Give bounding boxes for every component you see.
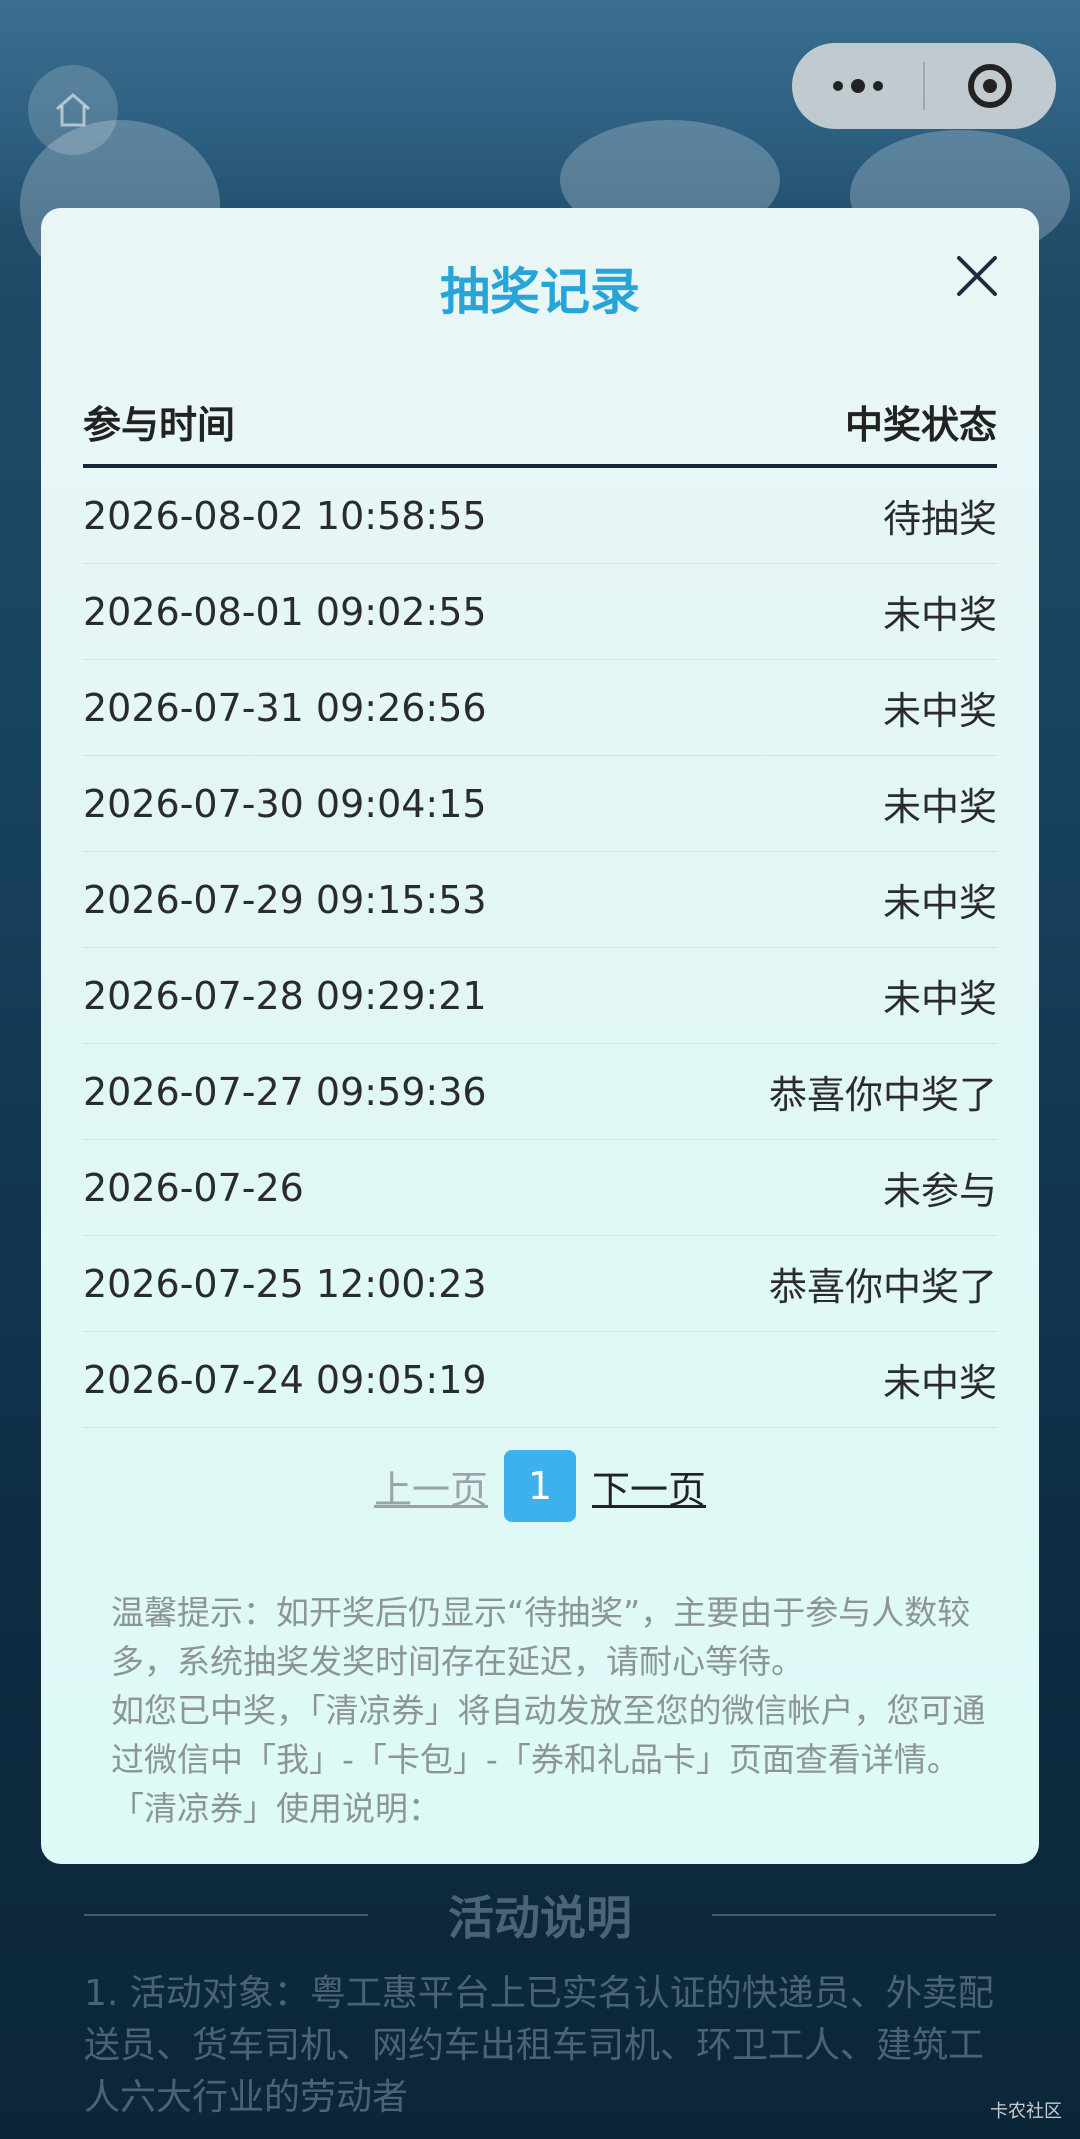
row-status: 待抽奖 [882, 497, 997, 541]
header-status: 中奖状态 [844, 402, 997, 447]
row-time: 2026-07-28 09:29:21 [83, 973, 487, 1018]
row-status: 未中奖 [882, 689, 997, 733]
table-row: 2026-07-30 09:04:15 未中奖 [83, 756, 997, 852]
next-page-link[interactable]: 下一页 [590, 1459, 708, 1514]
home-button[interactable] [28, 65, 118, 155]
table-row: 2026-07-28 09:29:21 未中奖 [83, 948, 997, 1044]
tips-text: 温馨提示：如开奖后仍显示“待抽奖”，主要由于参与人数较多，系统抽奖发奖时间存在延… [111, 1588, 991, 1833]
row-time: 2026-07-25 12:00:23 [83, 1261, 487, 1306]
current-page-button[interactable]: 1 [504, 1450, 576, 1522]
table-row: 2026-07-25 12:00:23 恭喜你中奖了 [83, 1236, 997, 1332]
row-status: 未参与 [882, 1169, 997, 1213]
row-time: 2026-07-29 09:15:53 [83, 877, 487, 922]
row-status: 未中奖 [882, 977, 997, 1021]
activity-title: 活动说明 [448, 1891, 632, 1945]
table-row: 2026-08-01 09:02:55 未中奖 [83, 564, 997, 660]
row-status: 未中奖 [882, 881, 997, 925]
row-time: 2026-07-27 09:59:36 [83, 1069, 487, 1114]
header-time: 参与时间 [83, 402, 236, 447]
table-row: 2026-07-27 09:59:36 恭喜你中奖了 [83, 1044, 997, 1140]
home-icon [56, 93, 90, 127]
close-button[interactable] [953, 252, 1001, 300]
lottery-record-modal: 抽奖记录 参与时间 中奖状态 2026-08-02 10:58:55 待抽奖 2… [41, 208, 1039, 1864]
row-status: 恭喜你中奖了 [768, 1073, 997, 1117]
row-status: 恭喜你中奖了 [768, 1265, 997, 1309]
tip-paragraph: 「清凉券」使用说明： [111, 1789, 441, 1828]
tip-paragraph: 温馨提示：如开奖后仍显示“待抽奖”，主要由于参与人数较多，系统抽奖发奖时间存在延… [111, 1593, 971, 1681]
row-time: 2026-07-30 09:04:15 [83, 781, 487, 826]
modal-title: 抽奖记录 [440, 263, 640, 321]
more-button[interactable] [792, 43, 923, 129]
close-x-icon [957, 256, 997, 296]
watermark: 卡农社区 [990, 2101, 1062, 2122]
divider-right [712, 1914, 996, 1916]
table-header: 参与时间 中奖状态 [83, 378, 997, 468]
target-icon [968, 64, 1013, 108]
pagination: 上一页 1 下一页 [41, 1450, 1039, 1522]
row-status: 未中奖 [882, 1361, 997, 1405]
prev-page-link[interactable]: 上一页 [372, 1459, 490, 1514]
close-miniprogram-button[interactable] [925, 43, 1056, 129]
divider-left [84, 1914, 368, 1916]
row-time: 2026-08-01 09:02:55 [83, 589, 487, 634]
record-table: 参与时间 中奖状态 2026-08-02 10:58:55 待抽奖 2026-0… [83, 378, 997, 1428]
activity-description: 1. 活动对象：粤工惠平台上已实名认证的快递员、外卖配送员、货车司机、网约车出租… [84, 1973, 994, 2118]
table-row: 2026-07-26 未参与 [83, 1140, 997, 1236]
table-row: 2026-07-31 09:26:56 未中奖 [83, 660, 997, 756]
activity-section-header: 活动说明 [84, 1880, 996, 1950]
table-row: 2026-08-02 10:58:55 待抽奖 [83, 468, 997, 564]
row-time: 2026-07-24 09:05:19 [83, 1357, 487, 1402]
row-time: 2026-08-02 10:58:55 [83, 493, 487, 538]
row-status: 未中奖 [882, 593, 997, 637]
more-dots-icon [832, 79, 883, 93]
table-row: 2026-07-24 09:05:19 未中奖 [83, 1332, 997, 1428]
row-status: 未中奖 [882, 785, 997, 829]
table-row: 2026-07-29 09:15:53 未中奖 [83, 852, 997, 948]
row-time: 2026-07-26 [83, 1165, 304, 1210]
mini-program-capsule [792, 43, 1056, 129]
row-time: 2026-07-31 09:26:56 [83, 685, 487, 730]
tip-paragraph: 如您已中奖，「清凉券」将自动发放至您的微信帐户，您可通过微信中「我」-「卡包」-… [111, 1691, 986, 1779]
